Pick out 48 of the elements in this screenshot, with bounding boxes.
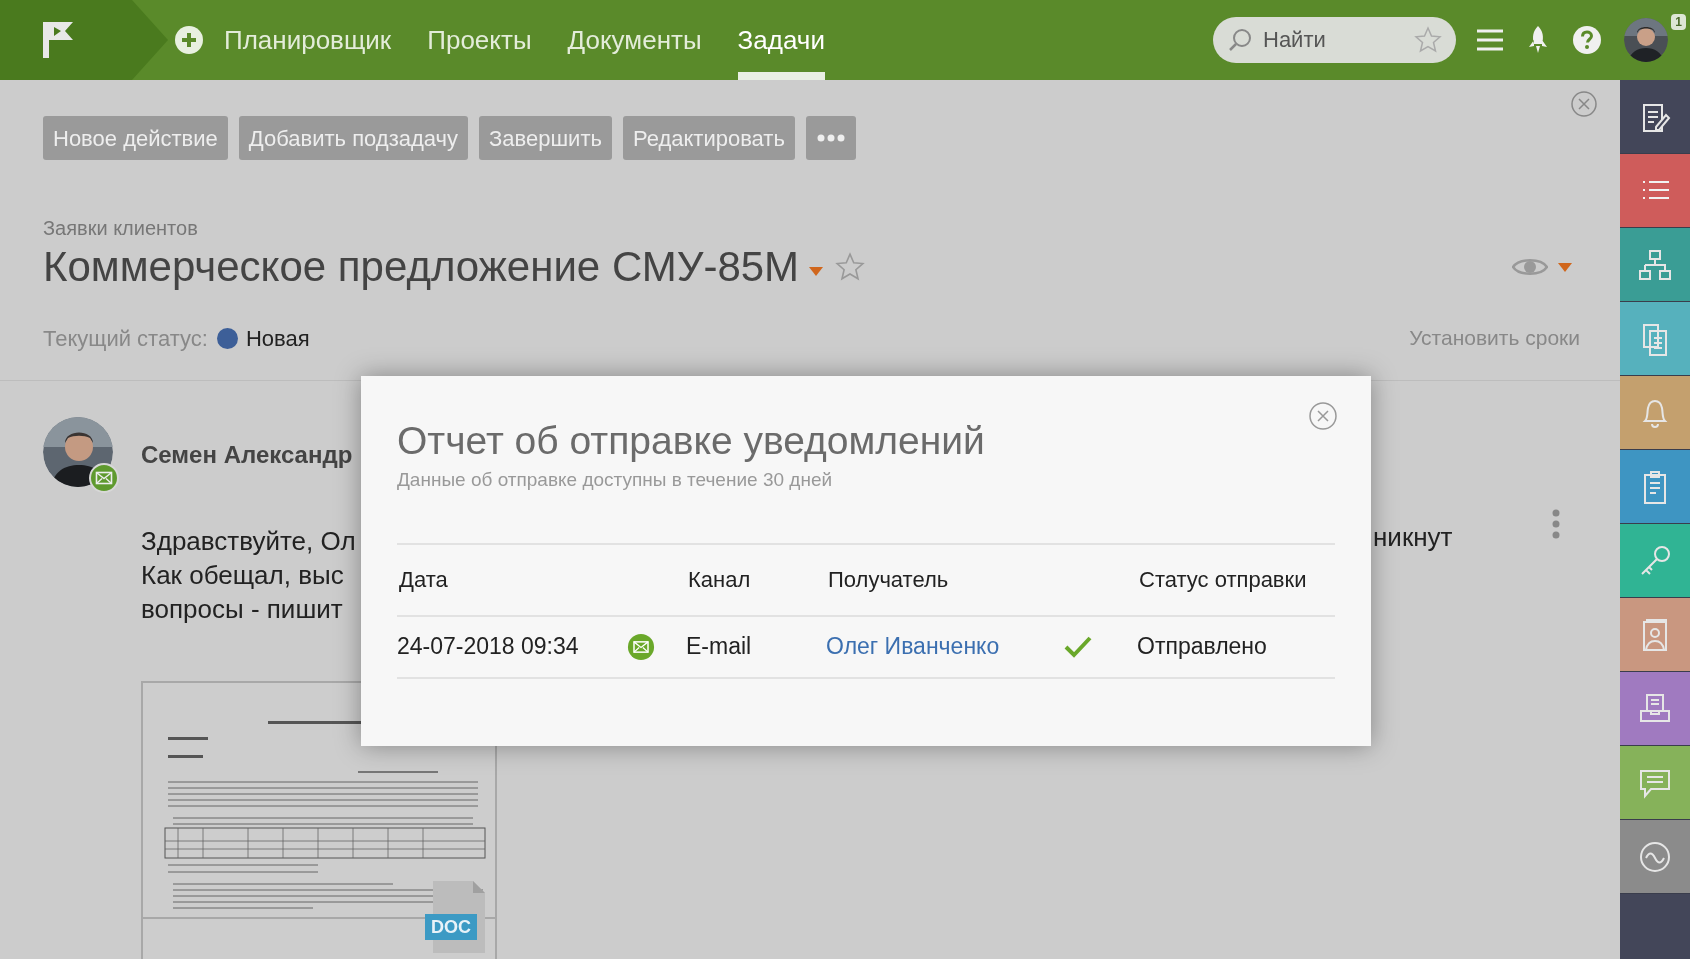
close-icon[interactable] (1309, 402, 1337, 430)
add-icon[interactable] (174, 25, 204, 55)
star-icon[interactable] (1414, 26, 1442, 54)
close-icon[interactable] (1571, 91, 1597, 117)
message-text: вопросы - пишит (141, 593, 343, 626)
search-field[interactable]: Найти (1213, 17, 1456, 63)
more-button[interactable] (805, 116, 856, 160)
nav-tab[interactable]: Документы (567, 0, 702, 80)
nav-tab[interactable]: Планировщик (224, 0, 392, 80)
search-icon (1227, 27, 1253, 53)
file-type-label: DOC (425, 914, 477, 940)
column-header: Статус отправки (1138, 566, 1308, 594)
status-value[interactable]: Новая (245, 321, 310, 355)
author-name[interactable]: Семен Александр (141, 437, 353, 473)
toolbar-button[interactable]: Новое действие (43, 116, 228, 160)
breadcrumb[interactable]: Заявки клиентов (43, 215, 1580, 241)
mail-icon (89, 463, 119, 493)
set-deadlines-link[interactable]: Установить сроки (1409, 322, 1580, 354)
menu-icon[interactable] (1476, 28, 1504, 52)
table-cell-text: E-mail (686, 632, 753, 662)
column-header: Канал (687, 566, 752, 594)
status-label: Текущий статус: (43, 324, 208, 353)
more-icon (816, 134, 845, 142)
mail-icon (627, 632, 655, 661)
toolbar-button[interactable]: Добавить подзадачу (238, 116, 468, 160)
dialog-title: Отчет об отправке уведомлений (397, 418, 985, 464)
column-header: Получатель (827, 566, 950, 594)
caret-icon[interactable] (809, 266, 824, 276)
message-text: никнут (1373, 521, 1453, 554)
flag-logo-icon[interactable] (40, 20, 76, 60)
message-text: Как обещал, выс (141, 559, 344, 592)
attachment-preview[interactable]: DOC (141, 681, 497, 959)
help-icon[interactable] (1572, 25, 1602, 55)
toolbar-button[interactable]: Завершить (479, 116, 612, 160)
table-cell-text: Отправлено (1137, 632, 1268, 662)
caret-icon[interactable] (1558, 262, 1572, 272)
star-icon[interactable] (835, 252, 866, 282)
message-text: Здравствуйте, Ол (141, 525, 356, 558)
table-cell-text: 24-07-2018 09:34 (397, 632, 580, 662)
notification-badge[interactable]: 1 (1671, 14, 1686, 30)
task-title: Коммерческое предложение СМУ-85М (43, 242, 800, 292)
dialog-subtitle: Данные об отправке доступны в течение 30 дней (397, 468, 834, 492)
toolbar-button[interactable]: Редактировать (622, 116, 795, 160)
sidebar-button[interactable] (1620, 154, 1690, 228)
more-vertical-icon[interactable] (1552, 509, 1560, 539)
recipient-link[interactable]: Олег Иванченко (826, 629, 1000, 664)
nav-tab[interactable]: Проекты (427, 0, 532, 80)
column-header: Дата (398, 566, 449, 594)
